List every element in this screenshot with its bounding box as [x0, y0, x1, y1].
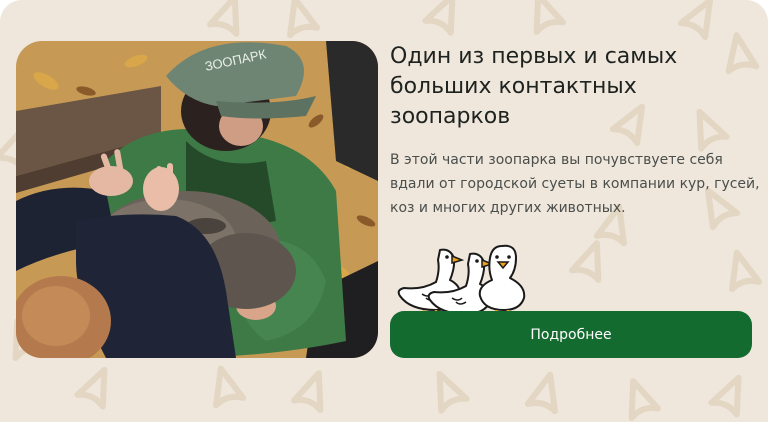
zoo-photo: ЗООПАРК	[16, 41, 378, 358]
geese-illustration-icon	[397, 244, 526, 320]
info-card: ЗООПАРК Один из первых и самых больших к…	[0, 0, 768, 422]
more-details-button[interactable]: Подробнее	[390, 311, 752, 358]
card-description: В этой части зоопарка вы почувствуете се…	[390, 152, 760, 216]
card-title: Один из первых и самых больших контактны…	[390, 44, 678, 129]
